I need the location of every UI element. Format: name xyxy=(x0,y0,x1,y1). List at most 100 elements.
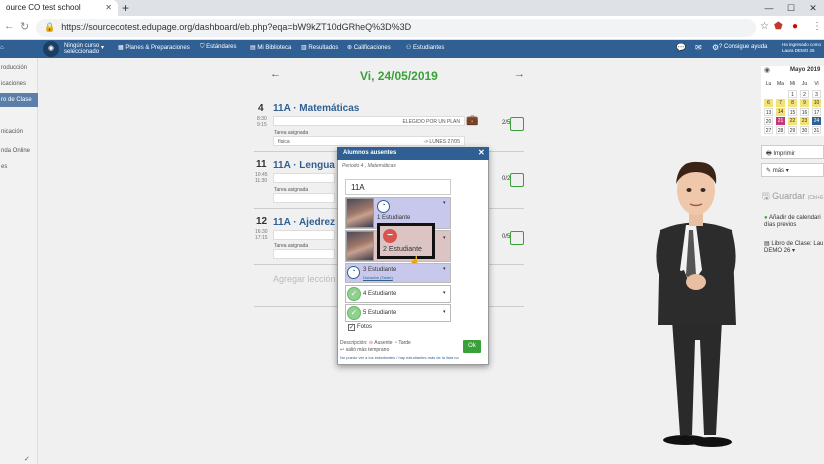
school-logo[interactable]: ◉ xyxy=(43,41,59,57)
calendar-day[interactable]: 23 xyxy=(800,117,809,125)
class-book-selector[interactable]: ▤ Libro de Clase: Lau DEMO 26 ▾ xyxy=(764,241,823,255)
save-button[interactable]: 🖫 Guardar (Ctrl+E xyxy=(762,189,823,205)
chevron-down-icon[interactable]: ▾ xyxy=(101,44,104,51)
calendar-day[interactable]: 31 xyxy=(812,126,821,134)
homework-field[interactable] xyxy=(273,193,335,203)
calendar-day-selected[interactable]: 24 xyxy=(812,117,821,125)
more-button[interactable]: ✎ más ▾ xyxy=(761,163,824,177)
calendar-day[interactable]: 14 xyxy=(776,108,785,116)
ok-button[interactable]: Ok xyxy=(463,340,481,353)
prev-day-arrow[interactable]: ← xyxy=(270,68,281,80)
attendance-icon[interactable] xyxy=(510,117,524,131)
calendar-day[interactable]: 2 xyxy=(800,90,809,98)
chevron-down-icon[interactable]: ▾ xyxy=(443,200,446,206)
login-info[interactable]: Ha ingresado como Laura DEMO 26 xyxy=(782,42,821,54)
close-icon[interactable]: ✕ xyxy=(478,148,485,157)
late-note[interactable]: Duración (Tarde) xyxy=(363,275,393,280)
sidebar-item-communication[interactable]: nicación xyxy=(0,125,38,139)
collapse-sidebar-icon[interactable]: ✓ xyxy=(24,455,30,463)
extension-icon[interactable]: ⬟ xyxy=(774,21,783,32)
minimize-icon[interactable]: — xyxy=(758,0,780,16)
home-icon[interactable]: ⌂ xyxy=(0,45,4,51)
lesson-plan-box[interactable] xyxy=(273,230,335,240)
help-link[interactable]: ? Consigue ayuda xyxy=(719,44,767,50)
present-check-icon[interactable]: ✓ xyxy=(347,306,361,320)
calendar-day[interactable]: 6 xyxy=(764,99,773,107)
menu-students[interactable]: ⚇ Estudiantes xyxy=(406,44,444,51)
calendar-day[interactable]: 15 xyxy=(788,108,797,116)
menu-grades[interactable]: ⊛ Calificaciones xyxy=(347,44,391,51)
sidebar-item-online[interactable]: nda Online xyxy=(0,144,38,158)
browser-tab[interactable]: ource CO test school ✕ xyxy=(0,0,118,16)
attendance-icon[interactable] xyxy=(510,231,524,245)
calendar-day[interactable]: 21 xyxy=(776,117,785,125)
lesson-plan-box[interactable]: ELEGIDO POR UN PLAN xyxy=(273,116,465,126)
menu-library[interactable]: ▤ Mi Biblioteca xyxy=(250,44,291,51)
address-bar[interactable]: 🔒 https://sourcecotest.edupage.org/dashbo… xyxy=(36,19,756,37)
homework-field[interactable]: física -> LUNES 27/05 xyxy=(273,136,465,146)
menu-standards[interactable]: ⛉ Estándares xyxy=(200,44,237,51)
calendar-day[interactable]: 8 xyxy=(788,99,797,107)
calendar-day[interactable]: 3 xyxy=(812,90,821,98)
calendar-day[interactable]: 27 xyxy=(764,126,773,134)
attendance-icon[interactable] xyxy=(510,173,524,187)
more-label: más xyxy=(772,168,785,174)
mail-icon[interactable]: ✉ xyxy=(695,43,702,52)
chevron-down-icon[interactable]: ▾ xyxy=(443,266,446,272)
menu-dots-icon[interactable]: ⋮ xyxy=(812,21,822,32)
chevron-down-icon[interactable]: ▾ xyxy=(443,235,446,241)
lock-icon: 🔒 xyxy=(44,22,56,32)
calendar-day[interactable]: 1 xyxy=(788,90,797,98)
calendar-day[interactable]: 30 xyxy=(800,126,809,134)
clock-icon[interactable]: ◔ xyxy=(347,266,360,279)
add-lesson-link[interactable]: Agregar lección xyxy=(273,274,336,284)
calendar-day[interactable]: 13 xyxy=(764,108,773,116)
star-icon[interactable]: ☆ xyxy=(760,21,769,32)
student-name: 1 Estudiante xyxy=(377,215,411,221)
chevron-down-icon[interactable]: ▾ xyxy=(443,290,446,296)
calendar-day[interactable]: 16 xyxy=(800,108,809,116)
menu-plans[interactable]: ▦ Planes & Preparaciones xyxy=(118,44,190,51)
homework-field[interactable] xyxy=(273,249,335,259)
sidebar-item-other[interactable]: es xyxy=(0,160,38,174)
messages-icon[interactable]: 💬 xyxy=(676,43,686,52)
calendar-day[interactable]: 28 xyxy=(776,126,785,134)
maximize-icon[interactable]: ☐ xyxy=(780,0,802,16)
calendar-prev-icon[interactable]: ◉ xyxy=(764,66,770,74)
lesson-plan-box[interactable] xyxy=(273,173,335,183)
chevron-down-icon[interactable]: ▾ xyxy=(443,309,446,315)
sidebar-item-intro[interactable]: roducción xyxy=(0,61,38,75)
missing-students-link[interactable]: No puedo ver a los estudiantes / hay est… xyxy=(340,355,459,360)
weekday-label: Ju xyxy=(801,81,808,87)
new-tab-icon[interactable]: + xyxy=(122,1,129,15)
calendar-day[interactable]: 9 xyxy=(800,99,809,107)
lesson-title[interactable]: 11A · Matemáticas xyxy=(273,103,359,114)
present-check-icon[interactable]: ✓ xyxy=(347,287,361,301)
clock-icon[interactable]: ◔ xyxy=(377,200,390,213)
calendar-day[interactable]: 7 xyxy=(776,99,785,107)
calendar-day[interactable]: 20 xyxy=(764,117,773,125)
class-field[interactable]: 11A xyxy=(345,179,451,195)
next-day-arrow[interactable]: → xyxy=(514,68,525,80)
calendar-day[interactable]: 17 xyxy=(812,108,821,116)
status-popup[interactable]: − 2 Estudiante xyxy=(377,223,435,259)
briefcase-icon[interactable]: 💼 xyxy=(466,115,478,126)
print-button[interactable]: 🖶 Imprimir xyxy=(761,145,824,159)
close-tab-icon[interactable]: ✕ xyxy=(105,3,112,12)
calendar-day[interactable]: 22 xyxy=(788,117,797,125)
menu-results[interactable]: ▥ Resultados xyxy=(301,44,338,51)
photos-checkbox[interactable]: ✓ xyxy=(348,324,355,331)
sidebar-item-notifications[interactable]: icaciones xyxy=(0,77,38,91)
close-window-icon[interactable]: ✕ xyxy=(802,0,824,16)
calendar-day[interactable]: 10 xyxy=(812,99,821,107)
opera-icon[interactable]: ● xyxy=(792,21,798,32)
back-icon[interactable]: ← xyxy=(4,20,15,32)
sidebar-item-4[interactable] xyxy=(0,109,38,123)
student-row[interactable] xyxy=(345,263,451,283)
reload-icon[interactable]: ↻ xyxy=(20,20,29,33)
calendar-day[interactable]: 29 xyxy=(788,126,797,134)
sidebar-item-class-book[interactable]: ro de Clase xyxy=(0,93,38,107)
add-from-calendar[interactable]: ● Añadir de calendari días previos xyxy=(764,215,821,229)
period-selector[interactable]: Ningún curso seleccionado xyxy=(64,43,99,55)
period-selector-line2: seleccionado xyxy=(64,49,100,55)
